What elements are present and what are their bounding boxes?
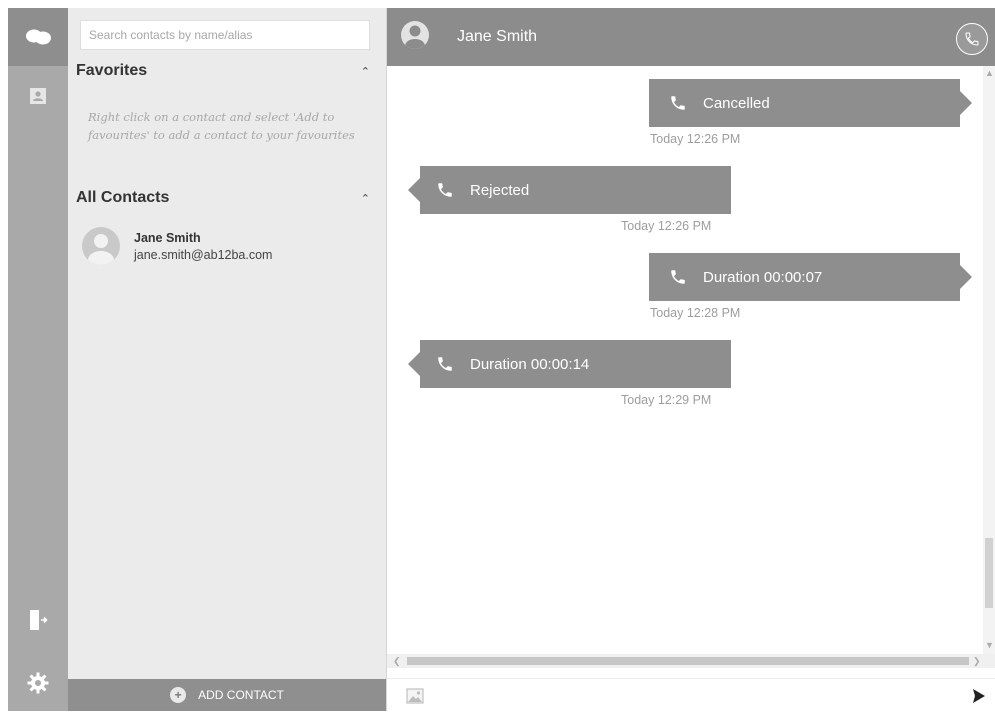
contact-email: jane.smith@ab12ba.com [134, 247, 273, 262]
phone-icon [671, 96, 685, 110]
vertical-scroll-thumb[interactable] [985, 538, 993, 608]
add-contact-button[interactable]: + ADD CONTACT [68, 679, 386, 711]
chats-nav-button[interactable] [8, 8, 68, 66]
message-timestamp: Today 12:29 PM [621, 393, 712, 407]
phone-icon [438, 357, 452, 371]
avatar [401, 21, 429, 49]
chat-header: Jane Smith [387, 8, 995, 66]
contact-name: Jane Smith [134, 230, 201, 245]
logout-button[interactable] [8, 600, 68, 640]
avatar [82, 227, 120, 265]
call-button[interactable] [956, 23, 988, 55]
horizontal-scrollbar[interactable]: ❮ ❯ [387, 654, 995, 668]
message-text: Duration 00:00:07 [703, 268, 823, 286]
message-list: Cancelled Today 12:26 PM Rejected Today … [387, 66, 983, 654]
search-input[interactable] [80, 20, 370, 50]
chat-bubbles-icon [26, 29, 51, 45]
call-message-bubble[interactable]: Cancelled [649, 79, 972, 127]
favorites-collapse-icon[interactable]: ⌃ [361, 65, 376, 78]
gear-icon [27, 672, 49, 694]
all-contacts-collapse-icon[interactable]: ⌃ [361, 192, 376, 205]
nav-rail [8, 8, 68, 711]
message-composer [387, 678, 995, 712]
call-message-bubble[interactable]: Rejected [408, 166, 731, 214]
message-text: Cancelled [703, 94, 770, 112]
contact-text: Jane Smith jane.smith@ab12ba.com [134, 231, 272, 262]
phone-icon [965, 32, 979, 46]
contacts-nav-button[interactable] [8, 76, 68, 116]
all-contacts-title: All Contacts [76, 189, 170, 206]
contacts-book-icon [30, 88, 46, 104]
logout-door-icon [30, 610, 48, 630]
settings-button[interactable] [8, 663, 68, 703]
phone-icon [438, 183, 452, 197]
all-contacts-header[interactable]: All Contacts ⌃ [76, 185, 376, 211]
send-button[interactable] [963, 679, 995, 712]
scroll-left-icon[interactable]: ❮ [393, 656, 401, 667]
horizontal-scroll-thumb[interactable] [407, 657, 969, 665]
attach-image-button[interactable] [387, 679, 443, 712]
message-timestamp: Today 12:26 PM [621, 219, 712, 233]
message-text: Duration 00:00:14 [470, 355, 590, 373]
message-timestamp: Today 12:26 PM [650, 132, 741, 146]
vertical-scrollbar[interactable]: ▲ ▼ [983, 66, 995, 654]
favorites-hint: Right click on a contact and select 'Add… [88, 110, 355, 142]
contacts-panel: Favorites ⌃ Right click on a contact and… [68, 8, 387, 711]
person-avatar-icon [88, 234, 114, 265]
image-icon [406, 688, 424, 703]
scroll-down-icon[interactable]: ▼ [985, 640, 994, 650]
plus-icon: + [170, 687, 187, 703]
chat-contact-name: Jane Smith [457, 28, 538, 45]
add-contact-label: ADD CONTACT [198, 688, 284, 702]
scroll-right-icon[interactable]: ❯ [973, 656, 981, 667]
app-window: Favorites ⌃ Right click on a contact and… [0, 0, 995, 712]
person-avatar-icon [405, 25, 425, 49]
contact-list-item[interactable]: Jane Smith jane.smith@ab12ba.com [82, 222, 372, 270]
message-timestamp: Today 12:28 PM [650, 306, 741, 320]
favorites-header[interactable]: Favorites ⌃ [76, 58, 376, 84]
send-arrow-icon [973, 688, 985, 703]
call-message-bubble[interactable]: Duration 00:00:14 [408, 340, 731, 388]
phone-icon [671, 270, 685, 284]
message-input[interactable] [445, 680, 957, 712]
message-text: Rejected [470, 181, 530, 199]
favorites-title: Favorites [76, 62, 148, 79]
call-message-bubble[interactable]: Duration 00:00:07 [649, 253, 972, 301]
scroll-up-icon[interactable]: ▲ [985, 68, 994, 78]
